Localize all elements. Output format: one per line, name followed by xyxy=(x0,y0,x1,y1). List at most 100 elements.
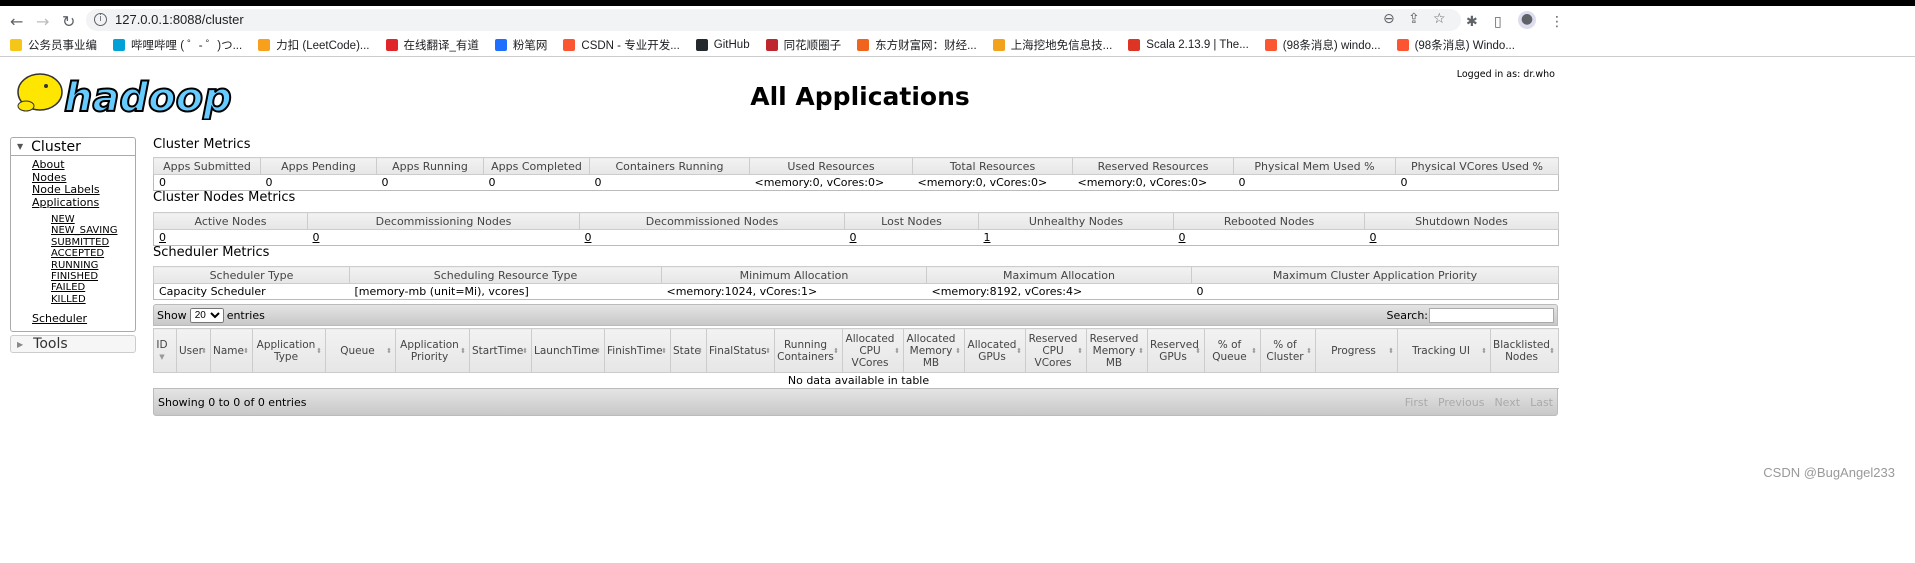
column-header-sortable[interactable]: Queue ⬍ xyxy=(325,328,396,373)
column-header: Apps Running xyxy=(376,157,484,175)
bookmark-item[interactable]: 在线翻译_有道 xyxy=(385,37,479,53)
metric-link[interactable]: 0 xyxy=(1179,231,1186,244)
column-header-sortable[interactable]: ID ▼ xyxy=(153,328,177,373)
back-icon[interactable]: ← xyxy=(10,12,23,31)
sidebar-link-failed[interactable]: FAILED xyxy=(51,282,135,293)
column-header-sortable[interactable]: User ⬍ xyxy=(176,328,211,373)
bookmark-item[interactable]: 上海挖地免信息技... xyxy=(992,37,1112,53)
tools-section-toggle[interactable]: ▶ Tools xyxy=(10,335,136,353)
bookmark-favicon-icon xyxy=(385,39,398,51)
column-label: LaunchTime xyxy=(534,344,598,357)
metric-cell: <memory:0, vCores:0> xyxy=(912,174,1073,191)
bookmark-item[interactable]: 同花顺圈子 xyxy=(765,37,841,53)
bookmark-item[interactable]: GitHub xyxy=(695,39,750,51)
column-header-sortable[interactable]: Allocated Memory MB ⬍ xyxy=(903,328,965,373)
sort-both-icon: ⬍ xyxy=(661,346,667,355)
column-header-sortable[interactable]: % of Cluster ⬍ xyxy=(1260,328,1316,373)
column-header-sortable[interactable]: Reserved Memory MB ⬍ xyxy=(1086,328,1148,373)
column-header-sortable[interactable]: Application Type ⬍ xyxy=(252,328,326,373)
column-header-sortable[interactable]: FinishTime ⬍ xyxy=(604,328,671,373)
extensions-icon[interactable]: ✱ xyxy=(1466,14,1478,30)
bookmark-item[interactable]: (98条消息) Windo... xyxy=(1396,37,1515,53)
applications-table: ID ▼ User ⬍ Name ⬍ Application Type ⬍ Queue ⬍ Appl… xyxy=(153,328,1559,389)
column-header-sortable[interactable]: Allocated CPU VCores ⬍ xyxy=(842,328,904,373)
column-header: Lost Nodes xyxy=(844,212,979,230)
column-header-sortable[interactable]: Progress ⬍ xyxy=(1315,328,1398,373)
column-header-sortable[interactable]: Application Priority ⬍ xyxy=(395,328,470,373)
search-input[interactable] xyxy=(1429,307,1554,323)
sidebar-link-applications[interactable]: Applications xyxy=(32,196,135,210)
column-header-sortable[interactable]: Name ⬍ xyxy=(210,328,253,373)
sidebar-link-killed[interactable]: KILLED xyxy=(51,294,135,305)
side-panel-icon[interactable]: ▯ xyxy=(1494,14,1502,30)
metric-link[interactable]: 0 xyxy=(1370,231,1377,244)
pager-last-button[interactable]: Last xyxy=(1530,396,1553,409)
column-header-sortable[interactable]: Tracking UI ⬍ xyxy=(1397,328,1491,373)
bookmark-favicon-icon xyxy=(1396,39,1409,51)
sidebar-link-scheduler[interactable]: Scheduler xyxy=(32,313,135,326)
sidebar-link-about[interactable]: About xyxy=(32,158,135,172)
share-icon[interactable]: ⇪ xyxy=(1408,11,1420,27)
sidebar-link-running[interactable]: RUNNING xyxy=(51,260,135,271)
sidebar-link-new[interactable]: NEW xyxy=(51,214,135,225)
header-row: Scheduler Type Scheduling Resource Type Mi… xyxy=(153,266,1559,284)
pager-first-button[interactable]: First xyxy=(1405,396,1428,409)
address-bar[interactable]: i 127.0.0.1:8088/cluster ⊖ ⇪ ☆ xyxy=(86,9,1461,31)
column-label: ID xyxy=(156,338,168,351)
menu-icon[interactable]: ⋮ xyxy=(1550,14,1564,30)
pager-previous-button[interactable]: Previous xyxy=(1438,396,1485,409)
bookmark-item[interactable]: 公务员事业编 xyxy=(10,37,97,53)
metric-link[interactable]: 0 xyxy=(159,231,166,244)
column-header-sortable[interactable]: Blacklisted Nodes ⬍ xyxy=(1490,328,1559,373)
metric-cell: 0 xyxy=(376,174,484,191)
column-header-sortable[interactable]: FinalStatus ⬍ xyxy=(706,328,775,373)
sort-both-icon: ⬍ xyxy=(243,346,249,355)
bookmark-item[interactable]: 东方财富网：财经... xyxy=(857,37,977,53)
bookmark-item[interactable]: CSDN - 专业开发... xyxy=(563,37,680,53)
url-text[interactable]: 127.0.0.1:8088/cluster xyxy=(115,12,244,27)
metric-link[interactable]: 0 xyxy=(850,231,857,244)
empty-message: No data available in table xyxy=(153,372,1559,389)
column-header-sortable[interactable]: LaunchTime ⬍ xyxy=(531,328,605,373)
zoom-icon[interactable]: ⊖ xyxy=(1383,11,1395,27)
metric-link[interactable]: 1 xyxy=(984,231,991,244)
metric-link[interactable]: 0 xyxy=(585,231,592,244)
bookmark-item[interactable]: Scala 2.13.9 | The... xyxy=(1128,39,1249,51)
sidebar-link-accepted[interactable]: ACCEPTED xyxy=(51,248,135,259)
table-row: Capacity Scheduler [memory-mb (unit=Mi), … xyxy=(153,283,1559,300)
sidebar-link-new_saving[interactable]: NEW_SAVING xyxy=(51,225,135,236)
profile-icon[interactable]: ● xyxy=(1518,11,1536,29)
bookmark-item[interactable]: 哔哩哔哩 ( ゜- ゜)つ... xyxy=(113,37,242,53)
column-header-sortable[interactable]: Allocated GPUs ⬍ xyxy=(964,328,1026,373)
sidebar-link-submitted[interactable]: SUBMITTED xyxy=(51,237,135,248)
column-header-sortable[interactable]: Running Containers ⬍ xyxy=(774,328,843,373)
column-label: % of Cluster xyxy=(1266,338,1304,363)
bookmark-item[interactable]: 力扣 (LeetCode)... xyxy=(258,37,370,53)
pager-next-button[interactable]: Next xyxy=(1494,396,1520,409)
sidebar-link-node-labels[interactable]: Node Labels xyxy=(32,183,135,197)
metric-link[interactable]: 0 xyxy=(313,231,320,244)
column-label: Reserved GPUs xyxy=(1150,338,1199,363)
column-header-sortable[interactable]: StartTime ⬍ xyxy=(469,328,532,373)
column-header-sortable[interactable]: Reserved GPUs ⬍ xyxy=(1147,328,1205,373)
site-info-icon[interactable]: i xyxy=(94,13,107,26)
cluster-section-toggle[interactable]: ▼ Cluster xyxy=(11,138,135,156)
column-label: FinishTime xyxy=(607,344,663,357)
bookmark-item[interactable]: 粉笔网 xyxy=(494,37,547,53)
bookmark-favicon-icon xyxy=(494,39,507,51)
column-header: Decommissioning Nodes xyxy=(307,212,580,230)
metric-cell: 0 xyxy=(1173,229,1365,246)
tools-label: Tools xyxy=(33,336,68,352)
forward-icon[interactable]: → xyxy=(36,12,49,31)
sort-both-icon: ⬍ xyxy=(1138,346,1144,355)
column-header-sortable[interactable]: Reserved CPU VCores ⬍ xyxy=(1025,328,1087,373)
sidebar-link-finished[interactable]: FINISHED xyxy=(51,271,135,282)
bookmark-star-icon[interactable]: ☆ xyxy=(1433,11,1446,27)
column-header: Apps Completed xyxy=(483,157,590,175)
column-header-sortable[interactable]: State ⬍ xyxy=(670,328,707,373)
metric-cell: 0 xyxy=(1364,229,1559,246)
reload-icon[interactable]: ↻ xyxy=(62,12,75,31)
column-header-sortable[interactable]: % of Queue ⬍ xyxy=(1204,328,1261,373)
entries-select[interactable]: 20 xyxy=(189,307,224,323)
bookmark-item[interactable]: (98条消息) windo... xyxy=(1264,37,1381,53)
